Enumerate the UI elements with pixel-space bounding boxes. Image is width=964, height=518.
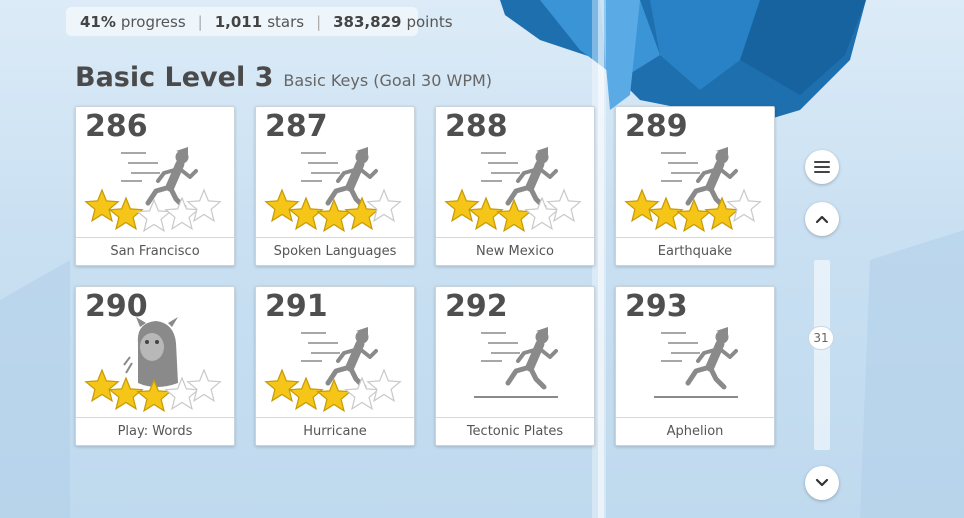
monster-icon (123, 317, 178, 387)
lesson-card[interactable]: 291 Hurricane (255, 286, 415, 446)
star-empty-icon (186, 188, 222, 223)
star-filled-icon (624, 188, 660, 223)
lesson-number: 290 (85, 289, 148, 324)
lesson-number: 286 (85, 109, 148, 144)
points-value: 383,829 (333, 12, 402, 31)
chevron-up-icon (815, 215, 829, 224)
lesson-number: 289 (625, 109, 688, 144)
runner-icon (481, 147, 558, 210)
lesson-card[interactable]: 293 Aphelion (615, 286, 775, 446)
star-empty-icon (136, 198, 172, 233)
stars-label: stars (267, 12, 305, 31)
runner-icon (661, 147, 738, 210)
star-filled-icon (676, 198, 712, 233)
scroll-down-button[interactable] (805, 466, 839, 500)
progress-label: progress (120, 12, 186, 31)
star-empty-icon (366, 188, 402, 223)
lesson-name: Aphelion (616, 417, 774, 445)
runner-icon (654, 327, 738, 398)
star-filled-icon (264, 368, 300, 403)
star-empty-icon (186, 368, 222, 403)
level-title: Basic Level 3 (75, 62, 274, 93)
level-scroll-thumb[interactable]: 31 (808, 326, 834, 350)
stats-separator: | (316, 12, 322, 31)
chevron-down-icon (815, 478, 829, 487)
progress-value: 41% (80, 12, 116, 31)
star-filled-icon (84, 368, 120, 403)
level-header: Basic Level 3 Basic Keys (Goal 30 WPM) (75, 62, 492, 93)
lesson-card[interactable]: 287 Spoken Languages (255, 106, 415, 266)
lesson-name: San Francisco (76, 237, 234, 265)
lesson-card[interactable]: 289 Earthquake (615, 106, 775, 266)
lesson-name: Play: Words (76, 417, 234, 445)
star-filled-icon (316, 198, 352, 233)
star-filled-icon (496, 198, 532, 233)
lesson-number: 287 (265, 109, 328, 144)
lesson-number: 292 (445, 289, 508, 324)
level-scroll-value: 31 (813, 331, 829, 345)
menu-button[interactable] (805, 150, 839, 184)
stats-bar: 41% progress | 1,011 stars | 383,829 poi… (66, 7, 453, 36)
star-filled-icon (316, 378, 352, 413)
level-scroll-track[interactable] (814, 260, 830, 450)
star-filled-icon (264, 188, 300, 223)
star-empty-icon (546, 188, 582, 223)
lesson-number: 288 (445, 109, 508, 144)
lesson-name: Tectonic Plates (436, 417, 594, 445)
lesson-card[interactable]: 288 New Mexico (435, 106, 595, 266)
star-empty-icon (726, 188, 762, 223)
lesson-card[interactable]: 292 Tectonic Plates (435, 286, 595, 446)
star-empty-icon (366, 368, 402, 403)
stars-value: 1,011 (214, 12, 263, 31)
lesson-name: Hurricane (256, 417, 414, 445)
runner-icon (301, 327, 378, 390)
lesson-card[interactable]: 290 Play: Words (75, 286, 235, 446)
level-subtitle: Basic Keys (Goal 30 WPM) (283, 71, 493, 90)
star-filled-icon (444, 188, 480, 223)
runner-icon (474, 327, 558, 398)
lesson-name: Spoken Languages (256, 237, 414, 265)
runner-icon (301, 147, 378, 210)
star-filled-icon (84, 188, 120, 223)
stats-separator: | (197, 12, 203, 31)
runner-icon (121, 147, 198, 210)
points-label: points (406, 12, 453, 31)
scroll-up-button[interactable] (805, 202, 839, 236)
lesson-name: New Mexico (436, 237, 594, 265)
lesson-card[interactable]: 286 San Francisco (75, 106, 235, 266)
menu-icon (814, 161, 830, 173)
lesson-name: Earthquake (616, 237, 774, 265)
lesson-number: 293 (625, 289, 688, 324)
lesson-number: 291 (265, 289, 328, 324)
